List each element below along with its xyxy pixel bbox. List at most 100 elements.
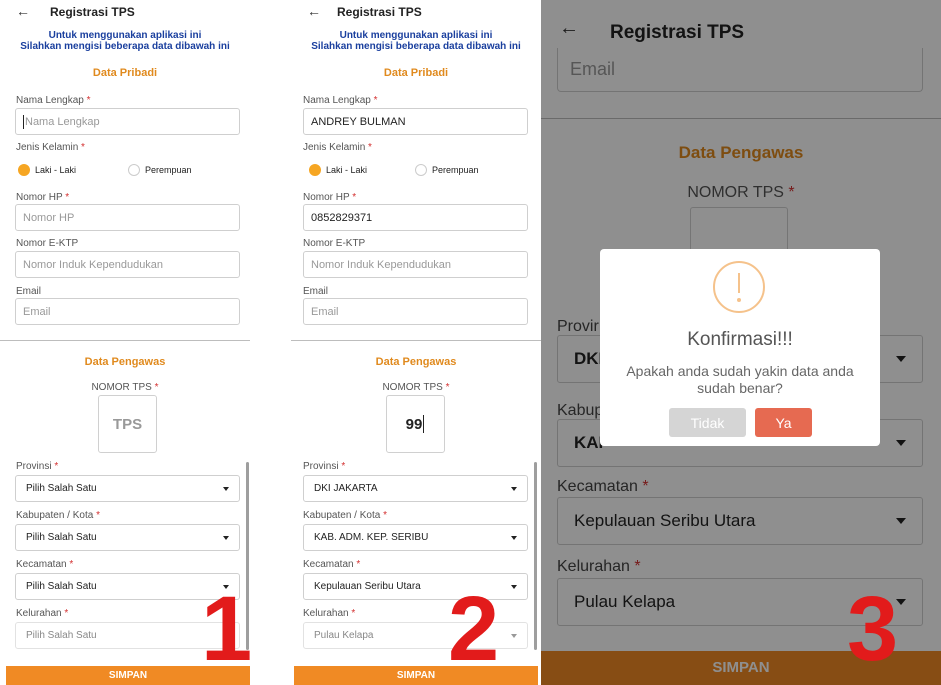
step-number-3: 3 [847,578,899,680]
email-input[interactable]: Email [303,298,528,325]
required-mark: * [64,608,69,619]
required-mark: * [86,95,91,106]
hp-value: 0852829371 [311,211,373,224]
provinsi-select[interactable]: DKI JAKARTA [303,475,528,502]
nama-input[interactable]: ANDREY BULMAN [303,108,528,135]
dropdown-caret-icon [223,486,229,491]
intro-line-1: Untuk menggunakan aplikasi ini [339,30,493,41]
provinsi-label: Provinsi * [303,461,345,472]
screen-step-1: ← Registrasi TPS Untuk menggunakan aplik… [0,0,250,685]
required-mark: * [445,382,450,393]
intro-line-2: Silahkan mengisi beberapa data dibawah i… [311,41,521,52]
page-title: Registrasi TPS [50,5,135,19]
kabupaten-label: Kabupaten / Kota * [303,510,387,521]
scrollbar[interactable] [534,462,537,650]
required-mark: * [65,192,70,203]
radio-laki-laki[interactable]: Laki - Laki [18,164,76,176]
kabupaten-select[interactable]: Pilih Salah Satu [15,524,240,551]
hp-label-text: Nomor HP [303,192,350,203]
radio-laki-label: Laki - Laki [326,165,368,175]
email-input[interactable]: Email [15,298,240,325]
hp-label: Nomor HP * [303,192,356,203]
ektp-input[interactable]: Nomor Induk Kependudukan [15,251,240,278]
hp-label: Nomor HP * [16,192,69,203]
warning-icon [713,261,765,313]
nama-placeholder: Nama Lengkap [25,115,100,128]
kecamatan-value: Kepulauan Seribu Utara [314,581,421,592]
back-arrow-icon[interactable]: ← [307,3,321,19]
hp-input[interactable]: 0852829371 [303,204,528,231]
intro-line-1: Untuk menggunakan aplikasi ini [48,30,202,41]
intro-text: Untuk menggunakan aplikasi ini Silahkan … [291,30,541,52]
kabupaten-label-text: Kabupaten / Kota [16,510,94,521]
hp-input[interactable]: Nomor HP [15,204,240,231]
provinsi-value: Pilih Salah Satu [26,483,97,494]
tps-input[interactable]: TPS [98,395,157,453]
radio-perempuan[interactable]: Perempuan [415,164,479,176]
back-arrow-icon[interactable]: ← [16,3,30,19]
screen-step-2: ← Registrasi TPS Untuk menggunakan aplik… [291,0,541,685]
kelurahan-value: Pilih Salah Satu [26,630,97,641]
screen-step-3: ← Registrasi TPS Email Data Pengawas NOM… [541,0,941,685]
kabupaten-value: Pilih Salah Satu [26,532,97,543]
required-mark: * [373,95,378,106]
provinsi-label: Provinsi * [16,461,58,472]
tps-label-text: NOMOR TPS [382,382,443,393]
section-data-pengawas: Data Pengawas [84,356,166,368]
required-mark: * [69,559,74,570]
radio-perempuan-label: Perempuan [145,165,192,175]
nama-value: ANDREY BULMAN [311,115,406,128]
radio-laki-label: Laki - Laki [35,165,77,175]
radio-unselected-icon [415,164,427,176]
radio-perempuan[interactable]: Perempuan [128,164,192,176]
ektp-placeholder: Nomor Induk Kependudukan [311,258,452,271]
tps-label-text: NOMOR TPS [91,382,152,393]
ektp-placeholder: Nomor Induk Kependudukan [23,258,164,271]
tps-input[interactable]: 99 [386,395,445,453]
kelurahan-label-text: Kelurahan [16,608,62,619]
required-mark: * [96,510,100,521]
kabupaten-label-text: Kabupaten / Kota [303,510,381,521]
nama-label: Nama Lengkap * [303,95,378,106]
simpan-button[interactable]: SIMPAN [294,666,538,685]
radio-selected-icon [18,164,30,176]
intro-line-2: Silahkan mengisi beberapa data dibawah i… [20,41,230,52]
dropdown-caret-icon [223,535,229,540]
tps-label: NOMOR TPS * [291,382,541,393]
dialog-message: Apakah anda sudah yakin data anda sudah … [626,363,854,396]
warning-icon-dot [737,298,741,302]
tidak-button[interactable]: Tidak [669,408,746,437]
nama-input[interactable]: Nama Lengkap [15,108,240,135]
section-data-pribadi: Data Pribadi [383,67,449,79]
kecamatan-label-text: Kecamatan [303,559,354,570]
tps-label: NOMOR TPS * [0,382,250,393]
step-number-2: 2 [448,578,500,680]
ektp-input[interactable]: Nomor Induk Kependudukan [303,251,528,278]
ya-button[interactable]: Ya [755,408,812,437]
kelurahan-label: Kelurahan * [16,608,68,619]
required-mark: * [352,192,357,203]
kabupaten-select[interactable]: KAB. ADM. KEP. SERIBU [303,524,528,551]
dropdown-caret-icon [511,535,517,540]
provinsi-value: DKI JAKARTA [314,483,378,494]
jk-label: Jenis Kelamin * [16,142,85,153]
email-label: Email [16,286,42,297]
step-number-1: 1 [201,578,250,680]
jk-label: Jenis Kelamin * [303,142,372,153]
dialog-title: Konfirmasi!!! [687,329,793,350]
kabupaten-label: Kabupaten / Kota * [16,510,100,521]
hp-label-text: Nomor HP [16,192,63,203]
warning-icon-bar [738,273,740,293]
section-data-pengawas: Data Pengawas [375,356,457,368]
nama-label-text: Nama Lengkap [16,95,84,106]
text-cursor [423,415,425,433]
email-placeholder: Email [311,305,339,318]
kecamatan-label: Kecamatan * [303,559,360,570]
kecamatan-value: Pilih Salah Satu [26,581,97,592]
provinsi-select[interactable]: Pilih Salah Satu [15,475,240,502]
section-data-pribadi: Data Pribadi [92,67,158,79]
radio-laki-laki[interactable]: Laki - Laki [309,164,367,176]
radio-unselected-icon [128,164,140,176]
page-title: Registrasi TPS [337,5,422,19]
text-cursor [23,114,24,129]
